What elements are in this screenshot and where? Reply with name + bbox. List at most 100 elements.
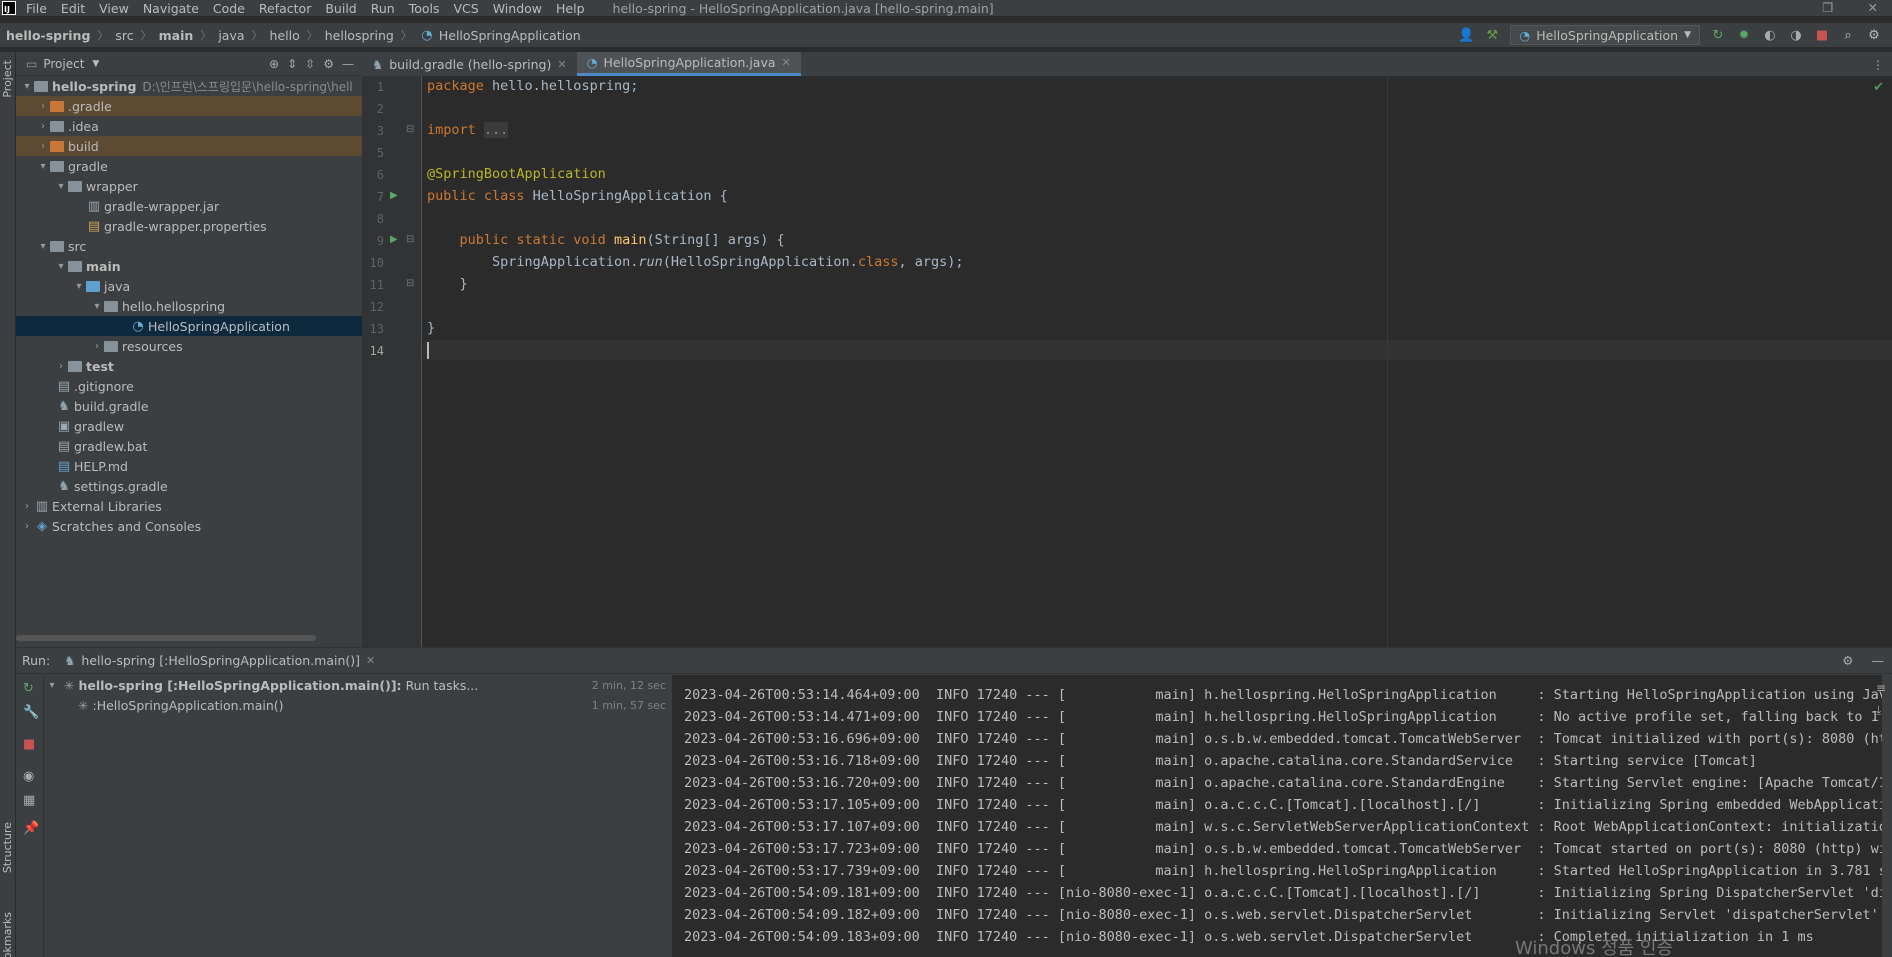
tree-item[interactable]: › ◈ Scratches and Consoles xyxy=(16,516,362,536)
structure-tool-button[interactable]: Structure xyxy=(1,822,14,873)
tree-item[interactable]: ▤ gradle-wrapper.properties xyxy=(16,216,362,236)
tree-item[interactable]: ▾ gradle xyxy=(16,156,362,176)
chevron-right-icon[interactable]: › xyxy=(90,341,104,352)
run-task-row[interactable]: ✳ :HelloSpringApplication.main() 1 min, … xyxy=(44,695,672,715)
chevron-down-icon[interactable]: ▾ xyxy=(20,81,34,92)
rerun-icon[interactable]: ↻ xyxy=(23,681,34,696)
hide-icon[interactable]: — xyxy=(1872,653,1885,668)
menu-run[interactable]: Run xyxy=(369,1,397,16)
debug-icon[interactable]: ✹ xyxy=(1736,27,1752,43)
chevron-right-icon[interactable]: › xyxy=(36,101,50,112)
fold-icon[interactable]: ⊟ xyxy=(406,234,414,245)
settings-gear-icon[interactable]: ⚙ xyxy=(323,57,334,71)
chevron-right-icon[interactable]: › xyxy=(36,141,50,152)
breadcrumb-hello[interactable]: hello xyxy=(270,28,300,43)
breadcrumb-src[interactable]: src xyxy=(115,28,133,43)
settings-gear-icon[interactable]: ⚙ xyxy=(1866,27,1882,43)
tree-root[interactable]: ▾ hello-spring D:\인프런\스프링입문\hello-spring… xyxy=(16,76,362,96)
tab-hello-spring-application[interactable]: ◔ HelloSpringApplication.java ✕ xyxy=(576,52,801,76)
tree-item[interactable]: ▥ gradle-wrapper.jar xyxy=(16,196,362,216)
chevron-down-icon[interactable]: ▾ xyxy=(54,261,68,272)
menu-window[interactable]: Window xyxy=(491,1,544,16)
settings-gear-icon[interactable]: ⚙ xyxy=(1842,653,1853,668)
chevron-down-icon[interactable]: ▾ xyxy=(36,241,50,252)
fold-icon[interactable]: ⊟ xyxy=(406,124,414,135)
tree-item-selected[interactable]: ◔ HelloSpringApplication xyxy=(16,316,362,336)
close-icon[interactable]: ✕ xyxy=(366,654,375,667)
tab-build-gradle[interactable]: ♞ build.gradle (hello-spring) ✕ xyxy=(362,52,577,76)
close-window-icon[interactable]: ✕ xyxy=(1868,0,1878,15)
soft-wrap-icon[interactable]: ≡ xyxy=(1876,681,1886,695)
expand-all-icon[interactable]: ⇕ xyxy=(287,57,297,71)
tree-item[interactable]: ▤ .gitignore xyxy=(16,376,362,396)
more-icon[interactable]: ⋮ xyxy=(1864,58,1892,76)
coverage-icon[interactable]: ◐ xyxy=(1762,27,1778,43)
breadcrumb-java[interactable]: java xyxy=(218,28,244,43)
user-icon[interactable]: 👤 xyxy=(1458,27,1474,43)
chevron-right-icon[interactable]: › xyxy=(54,361,68,372)
chevron-down-icon[interactable]: ▾ xyxy=(36,161,50,172)
stop-icon[interactable]: ■ xyxy=(23,737,35,752)
chevron-down-icon[interactable]: ▾ xyxy=(44,680,60,691)
menu-vcs[interactable]: VCS xyxy=(452,1,481,16)
breadcrumb-hellospring[interactable]: hellospring xyxy=(325,28,394,43)
close-icon[interactable]: ✕ xyxy=(782,56,791,69)
menu-help[interactable]: Help xyxy=(554,1,587,16)
inspection-ok-icon[interactable]: ✔ xyxy=(1873,80,1884,95)
run-gutter-icon[interactable]: ▶ xyxy=(390,234,398,245)
tree-item[interactable]: › .gradle xyxy=(16,96,362,116)
close-icon[interactable]: ✕ xyxy=(557,58,566,71)
menu-code[interactable]: Code xyxy=(211,1,247,16)
tree-item[interactable]: ♞ settings.gradle xyxy=(16,476,362,496)
pin-icon[interactable]: 📌 xyxy=(23,821,39,836)
run-tab[interactable]: ♞ hello-spring [:HelloSpringApplication.… xyxy=(64,653,375,668)
chevron-right-icon[interactable]: › xyxy=(20,521,34,532)
menu-refactor[interactable]: Refactor xyxy=(257,1,313,16)
search-icon[interactable]: ⌕ xyxy=(1840,27,1856,43)
chevron-right-icon[interactable]: › xyxy=(36,121,50,132)
run-gutter-icon[interactable]: ▶ xyxy=(390,190,398,201)
layout-icon[interactable]: ▦ xyxy=(23,793,35,808)
chevron-down-icon[interactable]: ▾ xyxy=(54,181,68,192)
menu-file[interactable]: File xyxy=(24,1,49,16)
wrench-icon[interactable]: 🔧 xyxy=(23,705,39,720)
restore-window-icon[interactable]: ❐ xyxy=(1822,0,1833,15)
bookmarks-tool-button[interactable]: Bookmarks xyxy=(1,912,14,957)
breadcrumb-project[interactable]: hello-spring xyxy=(6,28,90,43)
chevron-down-icon[interactable]: ▼ xyxy=(92,59,99,69)
tree-item[interactable]: › resources xyxy=(16,336,362,356)
breadcrumb-class[interactable]: HelloSpringApplication xyxy=(439,28,581,43)
tree-item[interactable]: ▾ java xyxy=(16,276,362,296)
scroll-to-end-icon[interactable]: ⤓ xyxy=(1876,703,1881,718)
stop-icon[interactable]: ■ xyxy=(1814,27,1830,43)
menu-edit[interactable]: Edit xyxy=(59,1,87,16)
breadcrumb-main[interactable]: main xyxy=(159,28,194,43)
fold-icon[interactable]: ⊟ xyxy=(406,278,414,289)
tree-item[interactable]: › test xyxy=(16,356,362,376)
tree-item[interactable]: › build xyxy=(16,136,362,156)
code-editor[interactable]: 1 2 3 5 6 7 8 9 10 11 12 13 14 ▶ ▶ ⊟ ⊟ ⊟… xyxy=(362,76,1892,647)
chevron-down-icon[interactable]: ▾ xyxy=(90,301,104,312)
collapse-all-icon[interactable]: ⇳ xyxy=(305,57,315,71)
console-output[interactable]: 2023-04-26T00:53:14.464+09:00 INFO 17240… xyxy=(672,675,1882,957)
tree-item[interactable]: ▤ HELP.md xyxy=(16,456,362,476)
chevron-right-icon[interactable]: › xyxy=(20,501,34,512)
project-tool-button[interactable]: Project xyxy=(1,60,14,98)
tree-item[interactable]: ▾ src xyxy=(16,236,362,256)
menu-build[interactable]: Build xyxy=(323,1,358,16)
menu-navigate[interactable]: Navigate xyxy=(141,1,201,16)
chevron-down-icon[interactable]: ▾ xyxy=(72,281,86,292)
build-hammer-icon[interactable]: ⚒ xyxy=(1484,27,1500,43)
profile-icon[interactable]: ◑ xyxy=(1788,27,1804,43)
horizontal-scrollbar[interactable] xyxy=(16,635,316,641)
hide-icon[interactable]: — xyxy=(342,57,354,71)
tree-item[interactable]: ▾ main xyxy=(16,256,362,276)
run-task-row[interactable]: ▾ ✳ hello-spring [:HelloSpringApplicatio… xyxy=(44,675,672,695)
tree-item[interactable]: › ▥ External Libraries xyxy=(16,496,362,516)
locate-icon[interactable]: ⊕ xyxy=(269,57,279,71)
tree-item[interactable]: ▤ gradlew.bat xyxy=(16,436,362,456)
tree-item[interactable]: ▣ gradlew xyxy=(16,416,362,436)
tree-item[interactable]: ♞ build.gradle xyxy=(16,396,362,416)
folded-imports[interactable]: ... xyxy=(483,122,509,138)
rerun-icon[interactable]: ↻ xyxy=(1710,27,1726,43)
